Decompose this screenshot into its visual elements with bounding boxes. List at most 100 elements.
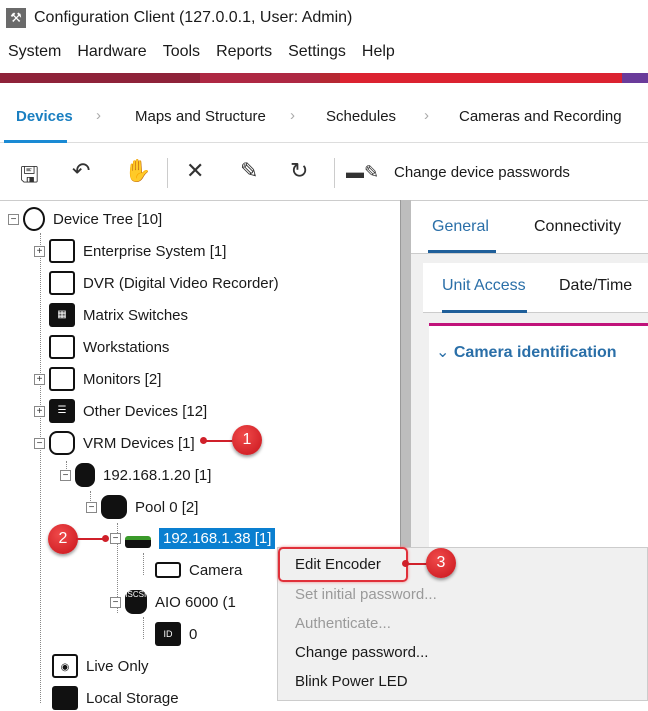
database-icon: [49, 431, 75, 455]
database-icon: [75, 463, 95, 487]
callout-leader: [406, 563, 428, 565]
undo-icon[interactable]: ↶: [72, 158, 90, 184]
brand-stripe: [0, 73, 648, 83]
node-label: Monitors [2]: [83, 370, 162, 388]
collapse-icon[interactable]: −: [110, 596, 121, 608]
toolbar-separator: [167, 158, 168, 188]
server-icon: [49, 239, 75, 263]
callout-leader: [205, 440, 235, 442]
node-label: Live Only: [86, 657, 149, 675]
node-label: Workstations: [83, 338, 170, 356]
matrix-switch-icon: ▦: [49, 303, 75, 327]
local-storage-icon: [52, 686, 78, 710]
menu-item-change-password[interactable]: Change password...: [295, 644, 428, 661]
tab-connectivity[interactable]: Connectivity: [534, 218, 621, 236]
tree-node-monitors[interactable]: + Monitors [2]: [34, 366, 161, 392]
iscsi-storage-icon: iSCSI: [125, 590, 147, 614]
active-tab-underline: [4, 140, 67, 143]
tree-node-vrm-devices[interactable]: − VRM Devices [1]: [34, 430, 195, 456]
tree-node-camera[interactable]: Camera: [155, 557, 242, 583]
tab-cameras-and-recording[interactable]: Cameras and Recording: [459, 108, 622, 125]
tree-node-vrm-192-168-1-20[interactable]: − 192.168.1.20 [1]: [60, 462, 211, 488]
menu-system[interactable]: System: [0, 43, 69, 61]
tree-node-enterprise-system[interactable]: + Enterprise System [1]: [34, 238, 226, 264]
chevron-right-icon: ›: [424, 107, 429, 124]
node-label: Camera: [189, 561, 243, 579]
properties-tabs: General Connectivity: [411, 201, 648, 254]
node-label: 192.168.1.38 [1]: [159, 527, 276, 549]
delete-icon[interactable]: ✕: [186, 158, 204, 184]
callout-badge-3: 3: [426, 548, 456, 578]
node-label: AIO 6000 (1: [155, 593, 236, 611]
tree-node-local-storage[interactable]: Local Storage: [52, 685, 179, 711]
change-password-icon[interactable]: ▬✎: [346, 162, 379, 183]
hand-icon: ✋: [124, 158, 152, 183]
tab-general[interactable]: General: [432, 218, 489, 236]
window-title: Configuration Client (127.0.0.1, User: A…: [34, 9, 353, 26]
node-label: DVR (Digital Video Recorder): [83, 274, 279, 292]
workflow-tabs: Devices › Maps and Structure › Schedules…: [0, 105, 648, 143]
node-label: VRM Devices [1]: [83, 434, 195, 452]
collapse-icon[interactable]: −: [8, 213, 19, 225]
chevron-right-icon: ›: [290, 107, 295, 124]
encoder-icon: [125, 536, 151, 548]
camera-identification-section[interactable]: ⌄ Camera identification: [436, 342, 617, 362]
expand-icon[interactable]: +: [34, 245, 45, 257]
tab-date-time[interactable]: Date/Time: [559, 277, 632, 295]
node-label: Enterprise System [1]: [83, 242, 227, 260]
save-icon[interactable]: 🖫: [20, 158, 39, 196]
tree-node-live-only[interactable]: ◉ Live Only: [52, 653, 149, 679]
collapse-icon[interactable]: −: [34, 437, 45, 449]
callout-badge-2: 2: [48, 524, 78, 554]
pencil-icon[interactable]: ✎: [240, 158, 258, 184]
expand-icon[interactable]: +: [34, 405, 45, 417]
tree-node-dvr[interactable]: DVR (Digital Video Recorder): [49, 270, 279, 296]
tree-node-aio-6000[interactable]: − iSCSI AIO 6000 (1: [110, 589, 236, 615]
workstation-icon: [49, 335, 75, 359]
rack-icon: ☰: [49, 399, 75, 423]
dvr-icon: [49, 271, 75, 295]
globe-icon: [23, 207, 45, 231]
collapse-icon[interactable]: −: [60, 469, 71, 481]
node-label: 192.168.1.20 [1]: [103, 466, 212, 484]
chevron-right-icon: ›: [96, 107, 101, 124]
tab-devices[interactable]: Devices: [16, 108, 73, 125]
menu-item-blink-power-led[interactable]: Blink Power LED: [295, 673, 408, 690]
pool-icon: [101, 495, 127, 519]
monitor-icon: [49, 367, 75, 391]
camera-icon: [155, 562, 181, 578]
menu-help[interactable]: Help: [354, 43, 403, 61]
menu-item-set-initial-password: Set initial password...: [295, 586, 437, 603]
properties-subtabs: Unit Access Date/Time: [423, 263, 648, 313]
tree-node-encoder-192-168-1-38[interactable]: − 192.168.1.38 [1]: [110, 525, 276, 551]
menu-settings[interactable]: Settings: [280, 43, 354, 61]
tree-node-matrix-switches[interactable]: ▦ Matrix Switches: [49, 302, 188, 328]
menu-reports[interactable]: Reports: [208, 43, 280, 61]
tree-node-pool-0[interactable]: − Pool 0 [2]: [86, 494, 198, 520]
tab-unit-access[interactable]: Unit Access: [442, 277, 526, 295]
expand-icon[interactable]: +: [34, 373, 45, 385]
node-label: Device Tree [10]: [53, 210, 163, 228]
collapse-icon[interactable]: −: [110, 532, 121, 544]
edit-encoder-highlight: [278, 547, 408, 582]
collapse-icon[interactable]: −: [86, 501, 97, 513]
menu-tools[interactable]: Tools: [155, 43, 208, 61]
callout-badge-1: 1: [232, 425, 262, 455]
change-device-passwords-button[interactable]: Change device passwords: [394, 164, 570, 181]
tree-node-other-devices[interactable]: + ☰ Other Devices [12]: [34, 398, 207, 424]
menu-item-authenticate: Authenticate...: [295, 615, 391, 632]
tab-schedules[interactable]: Schedules: [326, 108, 396, 125]
node-label: Matrix Switches: [83, 306, 189, 324]
tree-node-lun-0[interactable]: ID 0: [155, 621, 197, 647]
node-label: 0: [189, 625, 198, 643]
node-label: Pool 0 [2]: [135, 498, 199, 516]
section-title: Camera identification: [453, 344, 617, 361]
node-label: Other Devices [12]: [83, 402, 208, 420]
tree-node-workstations[interactable]: Workstations: [49, 334, 169, 360]
menu-hardware[interactable]: Hardware: [69, 43, 154, 61]
tab-maps-and-structure[interactable]: Maps and Structure: [135, 108, 266, 125]
tree-node-device-tree[interactable]: − Device Tree [10]: [8, 206, 162, 232]
menu-bar: System Hardware Tools Reports Settings H…: [0, 43, 403, 61]
refresh-icon[interactable]: ↻: [290, 158, 308, 184]
node-label: Local Storage: [86, 689, 179, 707]
